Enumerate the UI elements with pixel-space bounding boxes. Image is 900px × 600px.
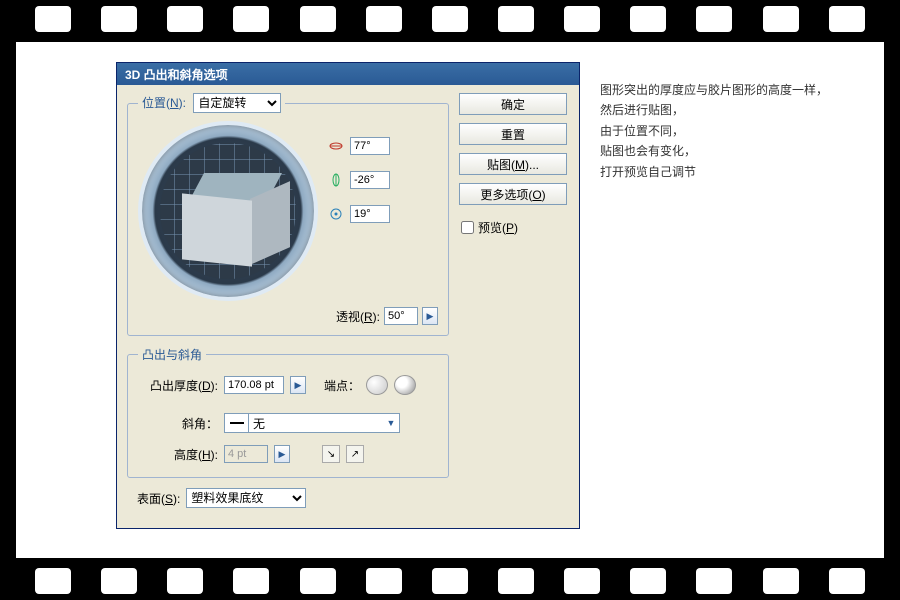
bevel-in-icon[interactable]: ↘ <box>322 445 340 463</box>
y-angle-input[interactable] <box>350 171 390 189</box>
height-input <box>224 445 268 463</box>
reset-button[interactable]: 重置 <box>459 123 567 145</box>
filmstrip-sprockets-top <box>0 0 900 32</box>
preview-checkbox[interactable] <box>461 221 474 234</box>
ok-button[interactable]: 确定 <box>459 93 567 115</box>
rotation-trackball[interactable] <box>138 121 318 301</box>
extrude-bevel-group: 凸出与斜角 凸出厚度(D): ▶ 端点： 斜角： 无 <box>127 346 449 478</box>
bevel-select[interactable]: 无 ▼ <box>224 413 400 433</box>
bevel-label: 斜角： <box>138 415 218 432</box>
bevel-out-icon[interactable]: ↗ <box>346 445 364 463</box>
y-axis-icon <box>328 172 344 188</box>
cap-on-button[interactable] <box>366 375 388 395</box>
preview-label: 预览(P) <box>478 219 518 236</box>
perspective-stepper[interactable]: ▶ <box>422 307 438 325</box>
depth-label: 凸出厚度(D): <box>138 377 218 394</box>
height-label: 高度(H): <box>138 446 218 463</box>
bevel-swatch-icon <box>225 414 249 432</box>
more-options-button[interactable]: 更多选项(O) <box>459 183 567 205</box>
canvas-frame: 3D 凸出和斜角选项 位置(N): 自定旋转 <box>16 42 884 558</box>
depth-stepper[interactable]: ▶ <box>290 376 306 394</box>
position-group: 位置(N): 自定旋转 <box>127 93 449 336</box>
position-select[interactable]: 自定旋转 <box>193 93 281 113</box>
extrude-bevel-legend: 凸出与斜角 <box>138 346 206 363</box>
preview-cube <box>188 173 288 273</box>
preview-checkbox-row[interactable]: 预览(P) <box>461 219 571 236</box>
cap-off-button[interactable] <box>394 375 416 395</box>
surface-label: 表面(S): <box>137 490 180 507</box>
height-stepper[interactable]: ▶ <box>274 445 290 463</box>
annotation-text: 图形突出的厚度应与胶片图形的高度一样， 然后进行贴图， 由于位置不同， 贴图也会… <box>600 80 890 182</box>
z-axis-icon <box>328 206 344 222</box>
depth-input[interactable] <box>224 376 284 394</box>
x-axis-icon <box>328 138 344 154</box>
z-angle-input[interactable] <box>350 205 390 223</box>
map-art-button[interactable]: 贴图(M)... <box>459 153 567 175</box>
filmstrip-sprockets-bottom <box>0 568 900 600</box>
dialog-3d-extrude-bevel: 3D 凸出和斜角选项 位置(N): 自定旋转 <box>116 62 580 529</box>
surface-select[interactable]: 塑料效果底纹 <box>186 488 306 508</box>
chevron-down-icon: ▼ <box>383 418 399 428</box>
cap-label: 端点： <box>324 377 360 394</box>
perspective-label: 透视(R): <box>336 308 380 325</box>
dialog-title: 3D 凸出和斜角选项 <box>117 63 579 85</box>
x-angle-input[interactable] <box>350 137 390 155</box>
perspective-input[interactable] <box>384 307 418 325</box>
position-label: 位置(N): 自定旋转 <box>138 93 285 113</box>
